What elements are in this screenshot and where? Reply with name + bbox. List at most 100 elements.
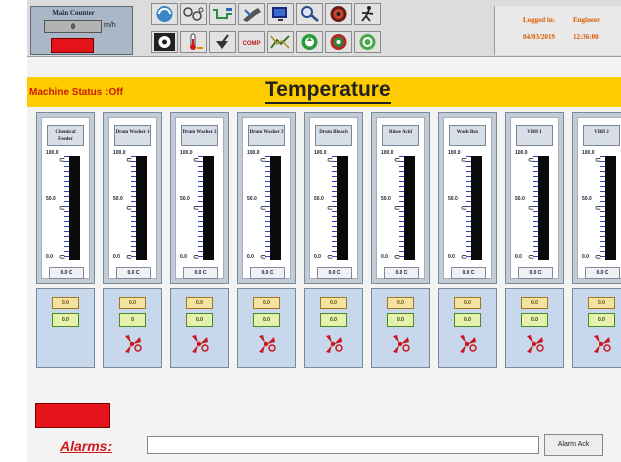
chart-icon <box>270 35 290 49</box>
fan-icon[interactable] <box>390 334 412 354</box>
gauge-bar <box>404 156 415 260</box>
settings-button[interactable] <box>151 31 178 53</box>
setpoint-field[interactable]: 0.0 <box>387 297 414 309</box>
process-value-field[interactable]: 0.0 <box>186 313 213 327</box>
gauge-bar <box>337 156 348 260</box>
fan-icon[interactable] <box>256 334 278 354</box>
gauge-readout: 0.0 C <box>250 267 285 279</box>
gauge-high-marker-icon: ⊂ <box>193 157 199 164</box>
process-value-field[interactable]: 0.0 <box>52 313 79 327</box>
gauge-mid-value: 50.0 <box>448 196 458 202</box>
recycle-icon <box>301 34 318 50</box>
gauge-high-marker-icon: ⊂ <box>528 157 534 164</box>
alarm-ack-button[interactable]: Alarm Ack <box>544 434 603 456</box>
gauge-low-marker-icon: ⊂ <box>461 254 467 261</box>
process-value-field[interactable]: 0.0 <box>521 313 548 327</box>
pipe-icon <box>213 8 232 19</box>
gauge-label: Rinse Acid <box>382 125 419 146</box>
gauge-low-marker-icon: ⊂ <box>126 254 132 261</box>
setpoint-field[interactable]: 0.0 <box>320 297 347 309</box>
process-value-field[interactable]: 0.0 <box>320 313 347 327</box>
fan-icon[interactable] <box>189 334 211 354</box>
current-time: 12:36:00 <box>573 33 599 41</box>
gauge-face: Drum Washer 2 100.0 50.0 0.0 ⊂ ⊂ ⊂ 0.0 C <box>175 117 224 279</box>
gauge-mid-marker-icon: ⊂ <box>327 205 333 212</box>
setpoint-field[interactable]: 0.0 <box>521 297 548 309</box>
chart-button[interactable] <box>267 31 294 53</box>
current-date: 04/03/2019 <box>523 33 555 41</box>
gauge-low-marker-icon: ⊂ <box>327 254 333 261</box>
gauge-readout: 0.0 C <box>183 267 218 279</box>
setpoint-field[interactable]: 0.0 <box>119 297 146 309</box>
cycle-button[interactable] <box>354 31 381 53</box>
gauge-mid-marker-icon: ⊂ <box>260 205 266 212</box>
fan-icon[interactable] <box>457 334 479 354</box>
setpoint-field[interactable]: 0.0 <box>186 297 213 309</box>
refresh-button[interactable] <box>151 3 178 25</box>
refresh-icon <box>156 6 173 22</box>
chemical-button[interactable] <box>209 31 236 53</box>
gauge-bar <box>69 156 80 260</box>
pipe-button[interactable] <box>209 3 236 25</box>
fan-icon[interactable] <box>122 334 144 354</box>
gauge-mid-value: 50.0 <box>180 196 190 202</box>
status-title-bar: Machine Status :Off Temperature <box>27 77 621 107</box>
gauge-face: Chemical Feeder 100.0 50.0 0.0 ⊂ ⊂ ⊂ 0.0 C <box>41 117 90 279</box>
process-value-field[interactable]: 0.0 <box>253 313 280 327</box>
gauge-max-value: 100.0 <box>582 150 595 156</box>
gauge-face: Wash Box 100.0 50.0 0.0 ⊂ ⊂ ⊂ 0.0 C <box>443 117 492 279</box>
setpoint-field[interactable]: 0.0 <box>52 297 79 309</box>
gauge-max-value: 100.0 <box>314 150 327 156</box>
gauge-bar <box>203 156 214 260</box>
temperature-gauge: VBH 1 100.0 50.0 0.0 ⊂ ⊂ ⊂ 0.0 C <box>505 112 564 284</box>
gauge-high-marker-icon: ⊂ <box>595 157 601 164</box>
operator-button[interactable] <box>354 3 381 25</box>
main-counter-reset-button[interactable] <box>51 38 94 53</box>
main-counter-unit: m/h <box>104 22 116 29</box>
gauge-mid-marker-icon: ⊂ <box>193 205 199 212</box>
gauge-mid-marker-icon: ⊂ <box>528 205 534 212</box>
gauge-label: Drum Washer 1 <box>114 125 151 146</box>
main-counter-title: Main Counter <box>52 9 95 17</box>
setpoint-field[interactable]: 0.0 <box>454 297 481 309</box>
process-value-field[interactable]: 0.0 <box>454 313 481 327</box>
fan-icon[interactable] <box>591 334 613 354</box>
reel-button[interactable] <box>325 3 352 25</box>
gauge-face: VBH 1 100.0 50.0 0.0 ⊂ ⊂ ⊂ 0.0 C <box>510 117 559 279</box>
comp-button[interactable]: COMP <box>238 31 265 53</box>
gauge-low-marker-icon: ⊂ <box>394 254 400 261</box>
recycle-button[interactable] <box>296 31 323 53</box>
gauge-low-marker-icon: ⊂ <box>59 254 65 261</box>
temperature-button[interactable] <box>180 31 207 53</box>
search-button[interactable] <box>296 3 323 25</box>
setpoint-field[interactable]: 0.0 <box>588 297 615 309</box>
tools-button[interactable] <box>238 3 265 25</box>
gauge-control-panel: 0.0 0.0 <box>237 288 296 368</box>
alarm-indicator-button[interactable] <box>35 403 110 428</box>
search-icon <box>301 6 319 22</box>
gauge-label: Drum Washer 3 <box>248 125 285 146</box>
gauge-max-value: 100.0 <box>448 150 461 156</box>
setpoint-field[interactable]: 0.0 <box>253 297 280 309</box>
gauge-mid-marker-icon: ⊂ <box>461 205 467 212</box>
gauge-readout: 0.0 C <box>116 267 151 279</box>
gauge-min-value: 0.0 <box>113 254 120 260</box>
gauge-min-value: 0.0 <box>381 254 388 260</box>
gauge-min-value: 0.0 <box>448 254 455 260</box>
gauge-min-value: 0.0 <box>314 254 321 260</box>
gauge-readout: 0.0 C <box>585 267 620 279</box>
process-value-field[interactable]: 0 <box>119 313 146 327</box>
alarm-message-field[interactable] <box>147 436 539 454</box>
main-counter-panel: Main Counter 0 m/h <box>30 6 133 55</box>
gauge-min-value: 0.0 <box>582 254 589 260</box>
process-value-field[interactable]: 0.0 <box>588 313 615 327</box>
fan-icon[interactable] <box>524 334 546 354</box>
gauge-control-panel: 0.0 0.0 <box>505 288 564 368</box>
gauge-bar <box>538 156 549 260</box>
comp-icon: COMP <box>243 41 261 47</box>
process-button[interactable] <box>325 31 352 53</box>
links-button[interactable] <box>180 3 207 25</box>
process-value-field[interactable]: 0.0 <box>387 313 414 327</box>
fan-icon[interactable] <box>323 334 345 354</box>
monitor-button[interactable] <box>267 3 294 25</box>
